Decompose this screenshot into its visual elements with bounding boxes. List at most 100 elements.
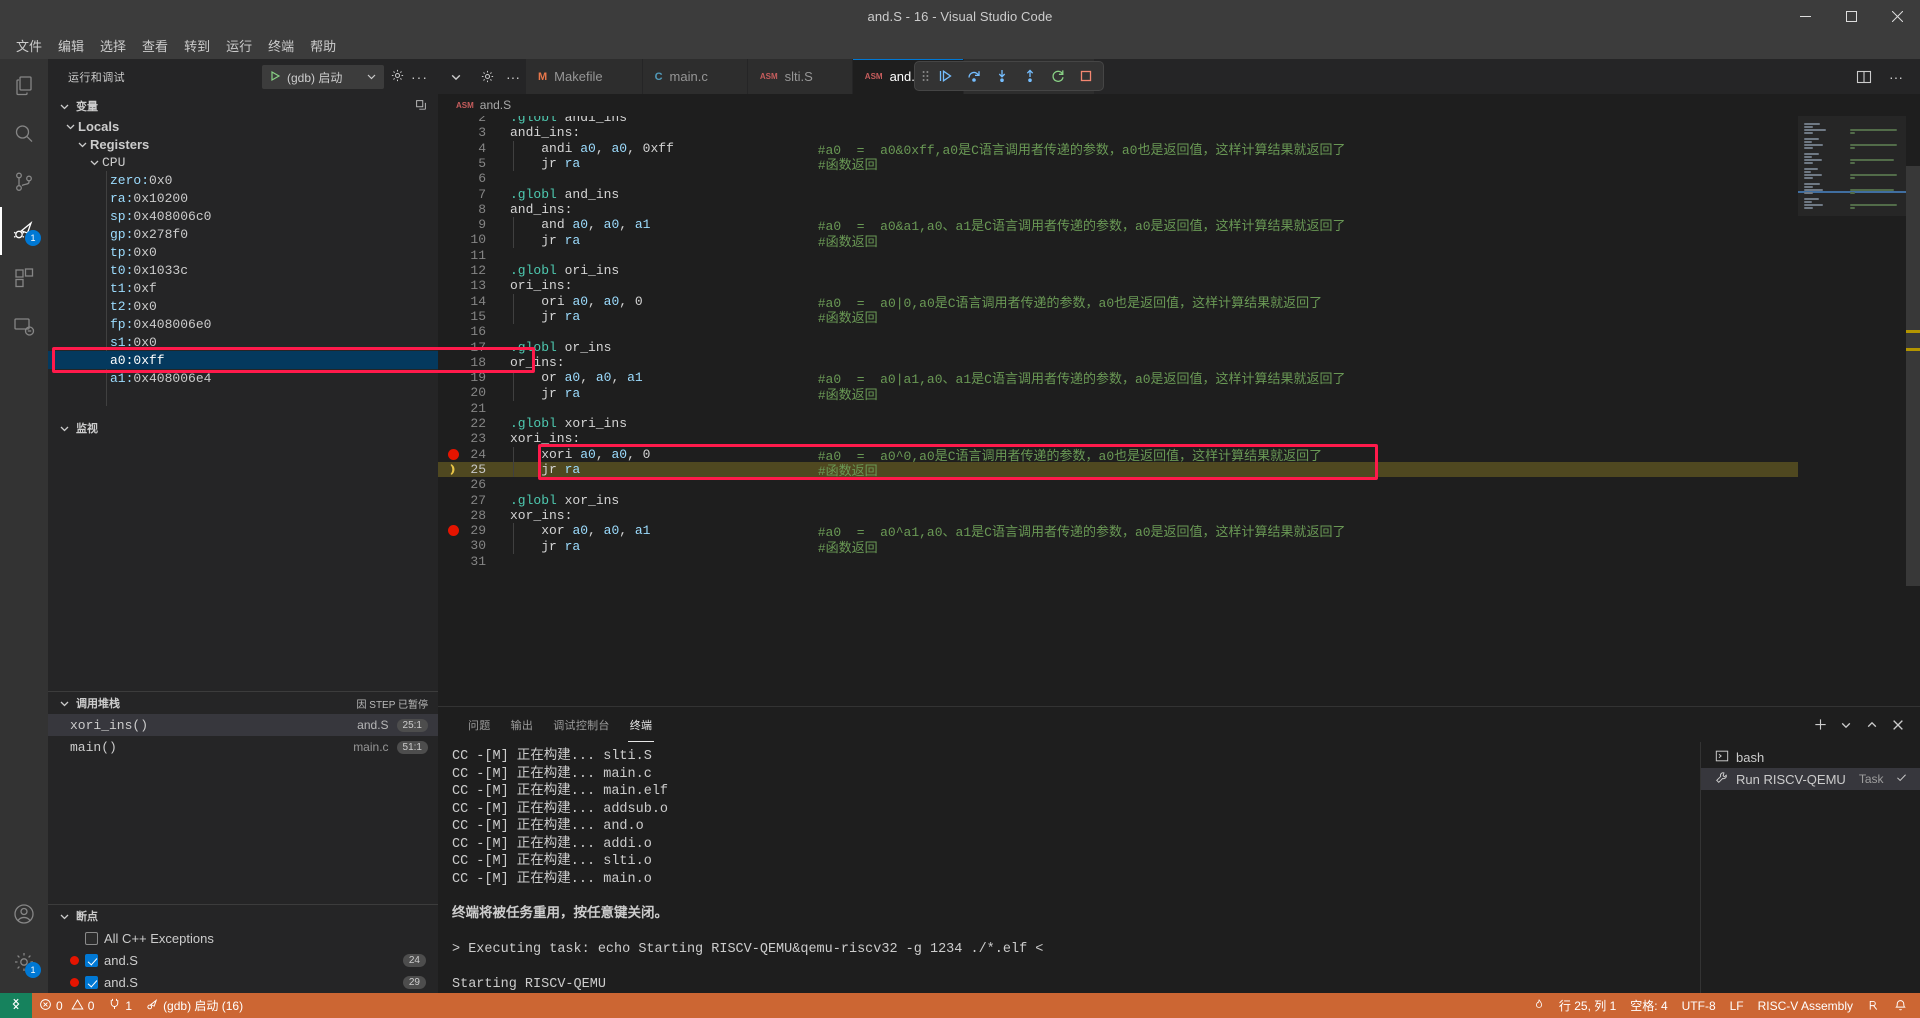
code-line[interactable]: .globl xor_ins [438,493,1920,508]
activity-settings[interactable]: 1 [0,939,48,987]
chevron-down-icon[interactable] [366,70,377,85]
activity-explorer[interactable] [0,63,48,111]
activity-run-and-debug[interactable]: 1 [0,207,48,255]
chevron-up-icon[interactable] [1860,713,1884,737]
status-flame[interactable] [1526,993,1552,1018]
status-remote[interactable] [0,993,32,1018]
breakpoint-checkbox[interactable] [85,954,98,967]
menu-go[interactable]: 转到 [176,33,218,58]
register-row-s1[interactable]: s1: 0x0 [48,333,438,351]
panel-tab-terminal[interactable]: 终端 [620,707,663,742]
menu-edit[interactable]: 编辑 [50,33,92,58]
more-icon[interactable]: ··· [1882,63,1910,91]
stop-icon[interactable] [1073,64,1099,88]
callstack-frame[interactable]: xori_ins() and.S 25:1 [48,714,438,736]
variables-section-header[interactable]: 变量 [48,95,438,117]
step-into-icon[interactable] [989,64,1015,88]
variables-tree[interactable]: Locals Registers CPU [48,117,438,417]
breakpoint-item[interactable]: and.S 24 [48,949,438,971]
status-eol[interactable]: LF [1723,993,1751,1018]
code-line[interactable]: jr ra #函数返回 [438,232,1920,247]
tab-slti-s[interactable]: ASM slti.S × [748,59,853,94]
close-icon[interactable] [1886,713,1910,737]
code-line[interactable] [438,171,1920,186]
callstack-list[interactable]: xori_ins() and.S 25:1 main() main.c 51:1 [48,714,438,904]
tree-row-registers[interactable]: Registers [48,135,438,153]
editor-scrollbar[interactable] [1906,116,1920,706]
code-line[interactable]: jr ra #函数返回 [438,385,1920,400]
menu-selection[interactable]: 选择 [92,33,134,58]
minimap-slider[interactable] [1798,116,1906,216]
scrollbar-thumb[interactable] [1906,166,1920,586]
code-line[interactable]: andi a0, a0, 0xff #a0 = a0&0xff,a0是C语言调用… [438,141,1920,156]
callstack-frame[interactable]: main() main.c 51:1 [48,736,438,758]
status-debug-session[interactable]: (gdb) 启动 (16) [139,993,250,1018]
breadcrumb-label[interactable]: and.S [480,98,511,112]
close-button[interactable] [1874,0,1920,32]
tab-main-c[interactable]: C main.c × [643,59,748,94]
code-line[interactable]: .globl or_ins [438,340,1920,355]
status-problems[interactable]: 0 0 [32,993,101,1018]
editor-gear-icon[interactable] [474,59,500,94]
status-encoding[interactable]: UTF-8 [1675,993,1723,1018]
chevron-down-icon[interactable] [62,121,78,132]
register-row-a1[interactable]: a1: 0x408006e4 [48,369,438,387]
callstack-section-header[interactable]: 调用堆栈 因 STEP 已暂停 [48,692,438,714]
code-line[interactable]: .globl and_ins [438,187,1920,202]
register-row-ra[interactable]: ra: 0x10200 [48,189,438,207]
debug-toolbar[interactable] [914,61,1104,91]
play-icon[interactable] [269,70,281,85]
panel-tab-output[interactable]: 输出 [501,707,544,742]
breakpoint-checkbox[interactable] [85,976,98,989]
register-row-a0[interactable]: a0: 0xff [48,351,438,369]
code-line[interactable]: xor a0, a0, a1 #a0 = a0^a1,a0、a1是C语言调用者传… [438,523,1920,538]
activity-remote-explorer[interactable] [0,303,48,351]
chevron-down-icon[interactable] [1834,713,1858,737]
chevron-down-icon[interactable] [56,420,72,436]
terminal-list-item-bash[interactable]: bash [1701,746,1920,768]
launch-config-select[interactable]: (gdb) 启动 [262,65,384,89]
breadcrumb[interactable]: ASM and.S [438,94,1920,116]
menu-file[interactable]: 文件 [8,33,50,58]
status-indentation[interactable]: 空格: 4 [1623,993,1674,1018]
activity-accounts[interactable] [0,891,48,939]
step-over-icon[interactable] [961,64,987,88]
activity-search[interactable] [0,111,48,159]
register-row-t1[interactable]: t1: 0xf [48,279,438,297]
editor-more-icon[interactable]: ··· [500,59,526,94]
menu-view[interactable]: 查看 [134,33,176,58]
chevron-down-icon[interactable] [86,157,102,168]
breakpoints-section-header[interactable]: 断点 [48,905,438,927]
restart-icon[interactable] [1045,64,1071,88]
more-icon[interactable]: ··· [411,72,428,82]
status-language-mode[interactable]: RISC-V Assembly [1751,993,1860,1018]
breakpoints-list[interactable]: All C++ Exceptions and.S 24 and.S 29 [48,927,438,993]
tree-row-cpu[interactable]: CPU [48,153,438,171]
code-editor[interactable]: 2.globl andi_ins3andi_ins:4 andi a0, a0,… [438,116,1920,706]
status-ports[interactable]: 1 [101,993,139,1018]
menu-terminal[interactable]: 终端 [260,33,302,58]
register-row-zero[interactable]: zero: 0x0 [48,171,438,189]
minimize-button[interactable] [1782,0,1828,32]
continue-icon[interactable] [933,64,959,88]
registers-list[interactable]: zero: 0x0ra: 0x10200sp: 0x408006c0gp: 0x… [48,171,438,387]
code-line[interactable]: ori a0, a0, 0 #a0 = a0|0,a0是C语言调用者传递的参数，… [438,294,1920,309]
maximize-button[interactable] [1828,0,1874,32]
activity-source-control[interactable] [0,159,48,207]
code-line[interactable]: .globl ori_ins [438,263,1920,278]
code-line[interactable]: .globl xori_ins [438,416,1920,431]
code-line[interactable]: jr ra #函数返回 [438,462,1920,477]
chevron-down-icon[interactable] [74,139,90,150]
code-line[interactable]: xori a0, a0, 0 #a0 = a0^0,a0是C语言调用者传递的参数… [438,447,1920,462]
register-row-tp[interactable]: tp: 0x0 [48,243,438,261]
register-row-t0[interactable]: t0: 0x1033c [48,261,438,279]
menu-run[interactable]: 运行 [218,33,260,58]
code-line[interactable] [438,477,1920,492]
minimap[interactable] [1798,116,1906,706]
drag-handle-icon[interactable] [919,64,931,88]
step-out-icon[interactable] [1017,64,1043,88]
code-line[interactable] [438,248,1920,263]
terminal-output[interactable]: CC -[M] 正在构建... slti.SCC -[M] 正在构建... ma… [438,742,1700,993]
bell-icon[interactable] [1887,993,1914,1018]
breakpoint-item[interactable]: and.S 29 [48,971,438,993]
